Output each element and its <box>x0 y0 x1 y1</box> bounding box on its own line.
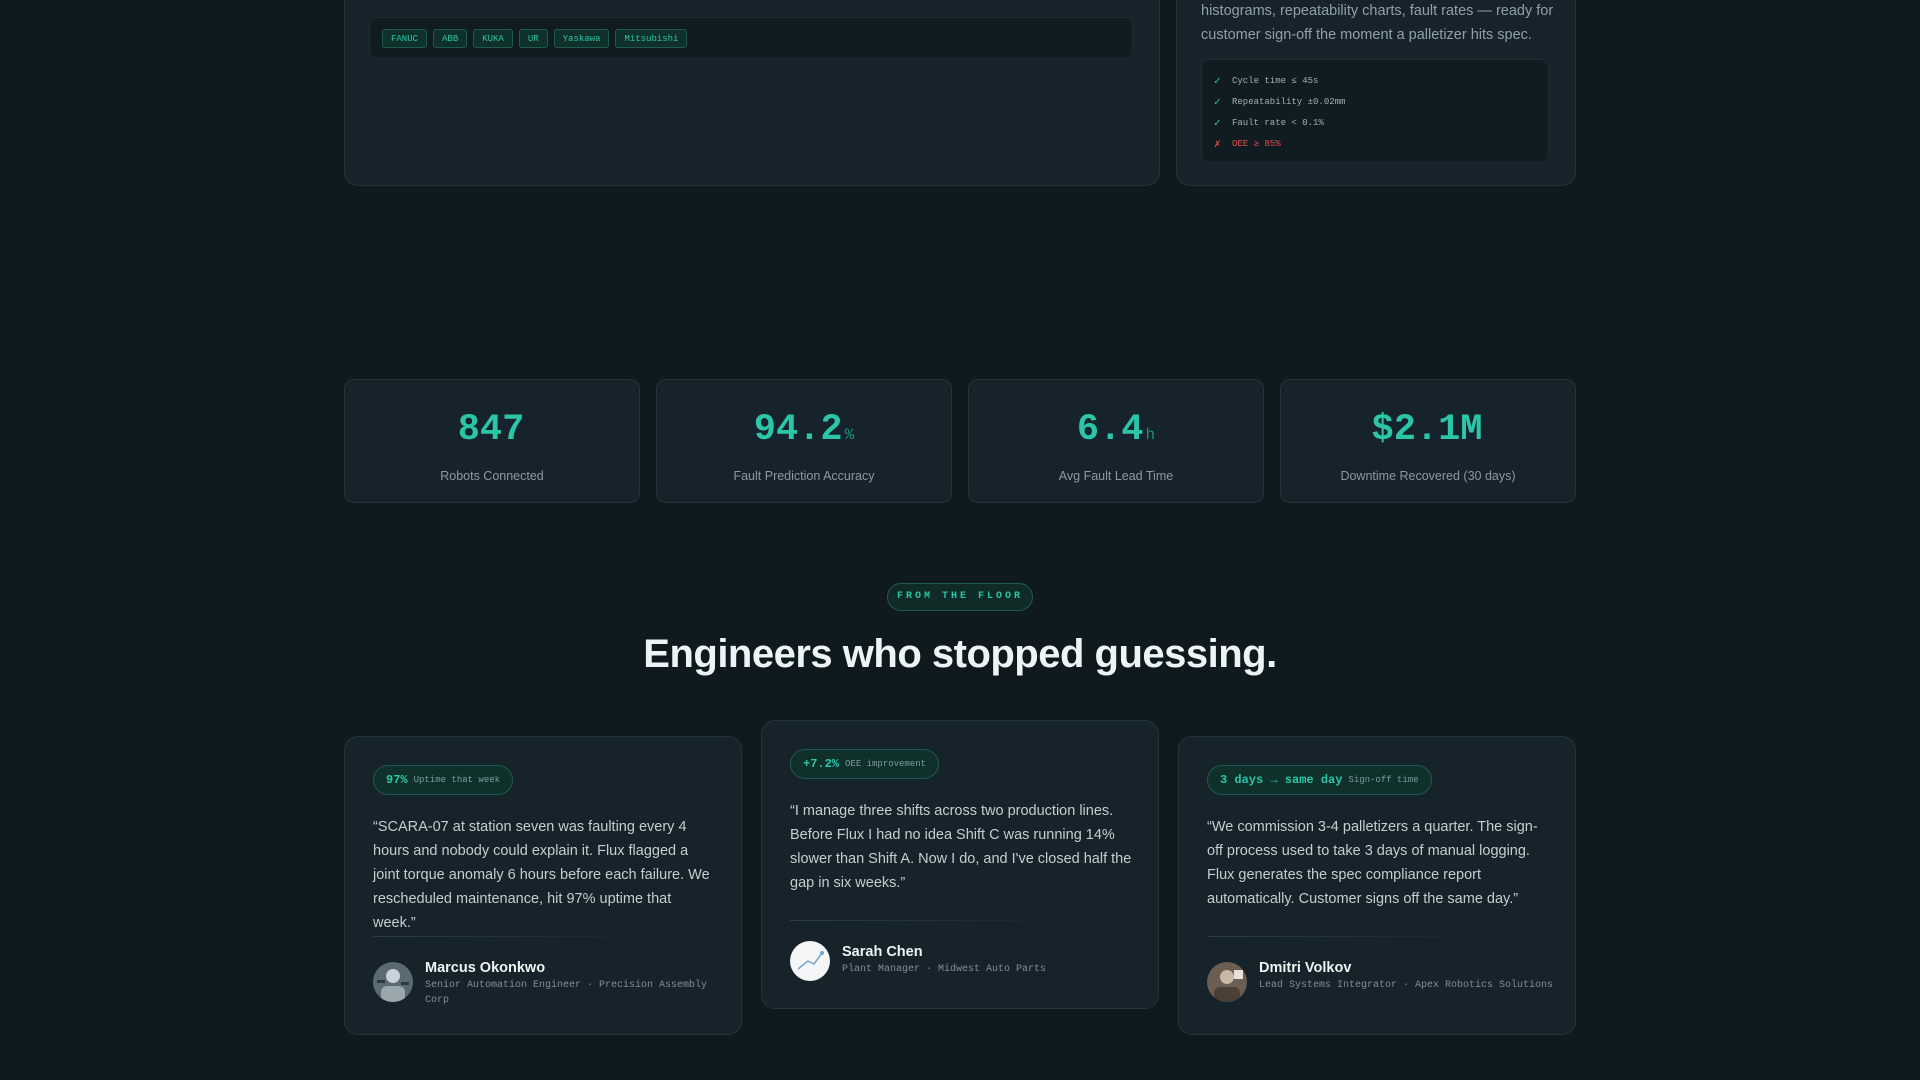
testimonial-card: 3 days → same day Sign-off time “We comm… <box>1178 736 1576 1035</box>
stat-value: 6.4 h <box>1076 409 1156 451</box>
brand-tag-yaskawa: Yaskawa <box>553 28 610 48</box>
metric-label: OEE improvement <box>845 759 927 769</box>
spec-label: Cycle time ≤ 45s <box>1232 75 1319 86</box>
spec-row: ✗ OEE ≥ 85% <box>1214 133 1536 154</box>
metric-value: +7.2% <box>803 757 840 771</box>
stat-value: $2.1M <box>1371 409 1483 451</box>
check-icon: ✓ <box>1214 117 1221 130</box>
stat-value: 847 <box>457 409 525 451</box>
author-name: Marcus Okonkwo <box>425 960 546 976</box>
divider <box>790 920 1090 921</box>
stat-label: Avg Fault Lead Time <box>1058 469 1174 483</box>
spec-label: Repeatability ±0.02mm <box>1232 96 1346 107</box>
brand-tag-kuka: KUKA <box>473 28 513 48</box>
author-name: Sarah Chen <box>842 944 923 960</box>
metric-value: 97% <box>386 773 408 787</box>
stat-card-downtime: $2.1M Downtime Recovered (30 days) <box>1280 379 1576 503</box>
brand-tag-ur: UR <box>518 28 548 48</box>
check-icon: ✓ <box>1214 75 1221 88</box>
stat-label: Downtime Recovered (30 days) <box>1340 469 1516 483</box>
section-title: Engineers who stopped guessing. <box>643 632 1277 676</box>
metric-label: Uptime that week <box>413 775 501 785</box>
avatar <box>790 941 830 981</box>
metric-value: 3 days → same day <box>1220 773 1343 787</box>
stat-card-lead-time: 6.4 h Avg Fault Lead Time <box>968 379 1264 503</box>
stat-value: 94.2% <box>753 409 855 451</box>
brand-tag-fanuc: FANUC <box>382 28 428 48</box>
divider <box>1207 936 1507 937</box>
compliance-report-card: histograms, repeatability charts, fault … <box>1176 0 1576 186</box>
metric-badge: 97% Uptime that week <box>373 765 514 795</box>
testimonial-quote: “I manage three shifts across two produc… <box>790 803 1132 891</box>
section-eyebrow: FROM THE FLOOR <box>887 583 1033 611</box>
integrations-card: FANUC ABB KUKA UR Yaskawa Mitsubishi <box>344 0 1160 186</box>
testimonial-quote: “We commission 3-4 palletizers a quarter… <box>1207 819 1538 907</box>
brand-tag-abb: ABB <box>433 28 468 48</box>
author-role: Lead Systems Integrator · Apex Robotics … <box>1259 980 1554 991</box>
testimonial-card: +7.2% OEE improvement “I manage three sh… <box>761 720 1159 1009</box>
spec-row: ✓ Cycle time ≤ 45s <box>1214 70 1536 91</box>
avatar <box>373 962 413 1002</box>
divider <box>373 936 673 937</box>
spec-label: Fault rate < 0.1% <box>1232 117 1324 128</box>
report-description: histograms, repeatability charts, fault … <box>1201 3 1554 43</box>
metric-badge: 3 days → same day Sign-off time <box>1207 765 1432 795</box>
spec-row: ✓ Fault rate < 0.1% <box>1214 112 1536 133</box>
spec-checklist: ✓ Cycle time ≤ 45s ✓ Repeatability ±0.02… <box>1201 59 1549 163</box>
spec-row: ✓ Repeatability ±0.02mm <box>1214 91 1536 112</box>
stat-label: Robots Connected <box>440 469 544 483</box>
stat-card-accuracy: 94.2% Fault Prediction Accuracy <box>656 379 952 503</box>
stat-label: Fault Prediction Accuracy <box>733 469 875 483</box>
testimonial-card: 97% Uptime that week “SCARA-07 at statio… <box>344 736 742 1035</box>
avatar <box>1207 962 1247 1002</box>
check-icon: ✓ <box>1214 96 1221 109</box>
metric-label: Sign-off time <box>1348 775 1419 785</box>
brand-tag-mitsubishi: Mitsubishi <box>615 28 688 48</box>
spec-label: OEE ≥ 85% <box>1232 138 1281 149</box>
author-role: Plant Manager · Midwest Auto Parts <box>842 964 1047 975</box>
stat-card-robots: 847 Robots Connected <box>344 379 640 503</box>
testimonial-quote: “SCARA-07 at station seven was faulting … <box>373 819 710 931</box>
author-name: Dmitri Volkov <box>1259 960 1352 976</box>
cross-icon: ✗ <box>1214 138 1221 151</box>
author-role: Senior Automation Engineer · Precision A… <box>425 980 708 1006</box>
metric-badge: +7.2% OEE improvement <box>790 749 940 779</box>
brand-tag-list: FANUC ABB KUKA UR Yaskawa Mitsubishi <box>369 17 1133 59</box>
